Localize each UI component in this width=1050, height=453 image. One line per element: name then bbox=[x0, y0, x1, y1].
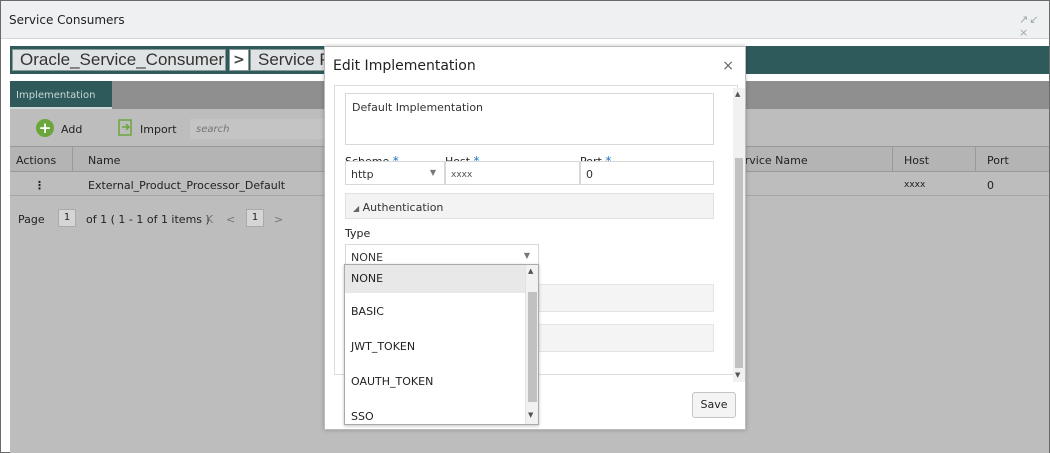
plus-circle-icon[interactable]: + bbox=[36, 119, 54, 137]
scroll-up-icon[interactable]: ▲ bbox=[735, 90, 740, 98]
row-port: 0 bbox=[987, 179, 994, 192]
page-count-text: of 1 ( 1 - 1 of 1 items ) bbox=[86, 213, 210, 226]
active-tab-indicator bbox=[10, 107, 112, 109]
save-button[interactable]: Save bbox=[692, 392, 736, 418]
search-input[interactable] bbox=[190, 119, 340, 139]
page-label: Page bbox=[18, 213, 45, 226]
auth-type-dropdown: NONE BASIC JWT_TOKEN OAUTH_TOKEN SSO ▲ ▼ bbox=[344, 264, 539, 425]
column-divider bbox=[72, 147, 73, 171]
first-page-icon[interactable]: K bbox=[200, 206, 213, 228]
authentication-section[interactable]: ◢ Authentication bbox=[345, 193, 714, 219]
description-textarea[interactable]: Default Implementation bbox=[345, 93, 714, 145]
chevron-down-icon: ▼ bbox=[429, 168, 436, 177]
window-controls[interactable]: ↗↙ × bbox=[1019, 13, 1049, 39]
option-none[interactable]: NONE bbox=[345, 265, 526, 293]
type-label: Type bbox=[345, 227, 371, 240]
column-divider bbox=[975, 147, 976, 171]
tab-implementation[interactable]: Implementation bbox=[10, 81, 112, 109]
scroll-down-icon[interactable]: ▼ bbox=[735, 371, 740, 379]
column-name[interactable]: Name bbox=[82, 147, 120, 171]
prev-page-icon[interactable]: < bbox=[220, 206, 235, 228]
column-actions[interactable]: Actions bbox=[10, 147, 72, 171]
add-button[interactable]: Add bbox=[61, 123, 82, 136]
auth-type-value: NONE bbox=[351, 251, 384, 264]
current-page-button[interactable]: 1 bbox=[246, 209, 264, 227]
scroll-up-icon[interactable]: ▲ bbox=[528, 267, 533, 275]
option-sso[interactable]: SSO bbox=[345, 400, 526, 424]
scheme-value: http bbox=[351, 168, 374, 181]
import-icon-graphic bbox=[118, 119, 132, 136]
collapse-triangle-icon: ◢ bbox=[353, 204, 360, 213]
window-title: Service Consumers bbox=[9, 13, 125, 27]
breadcrumb-item-service-provider[interactable]: Service Pro bbox=[250, 49, 330, 71]
breadcrumb-separator: > bbox=[229, 49, 249, 71]
dialog-scrollbar[interactable]: ▲ ▼ bbox=[733, 88, 745, 382]
authentication-section-label: Authentication bbox=[362, 201, 444, 214]
host-input[interactable]: xxxx bbox=[445, 161, 580, 185]
next-page-icon[interactable]: > bbox=[268, 206, 283, 228]
scheme-select[interactable]: http ▼ bbox=[345, 161, 445, 185]
window-title-bar: Service Consumers ↗↙ × bbox=[1, 1, 1049, 39]
scrollbar-thumb[interactable] bbox=[735, 158, 743, 368]
column-port[interactable]: Port bbox=[981, 147, 1009, 171]
column-host[interactable]: Host bbox=[898, 147, 929, 171]
import-button[interactable]: Import bbox=[140, 123, 177, 136]
scrollbar-thumb[interactable] bbox=[528, 292, 537, 402]
breadcrumb-item-consumer[interactable]: Oracle_Service_Consumer bbox=[12, 49, 226, 71]
scroll-down-icon[interactable]: ▼ bbox=[528, 411, 533, 419]
import-icon[interactable] bbox=[117, 118, 135, 138]
option-jwt-token[interactable]: JWT_TOKEN bbox=[345, 330, 526, 366]
row-host: xxxx bbox=[904, 180, 926, 190]
close-icon[interactable]: × bbox=[722, 58, 734, 74]
column-divider bbox=[892, 147, 893, 171]
port-input[interactable]: 0 bbox=[580, 161, 714, 185]
chevron-down-icon: ▼ bbox=[523, 251, 530, 260]
row-name: External_Product_Processor_Default bbox=[88, 179, 286, 192]
row-actions-menu-icon[interactable]: ⋮ bbox=[28, 172, 45, 195]
option-oauth-token[interactable]: OAUTH_TOKEN bbox=[345, 365, 526, 401]
page-input[interactable]: 1 bbox=[58, 209, 76, 227]
dialog-title: Edit Implementation bbox=[333, 58, 476, 74]
option-basic[interactable]: BASIC bbox=[345, 295, 526, 331]
dropdown-scrollbar[interactable]: ▲ ▼ bbox=[525, 265, 538, 424]
